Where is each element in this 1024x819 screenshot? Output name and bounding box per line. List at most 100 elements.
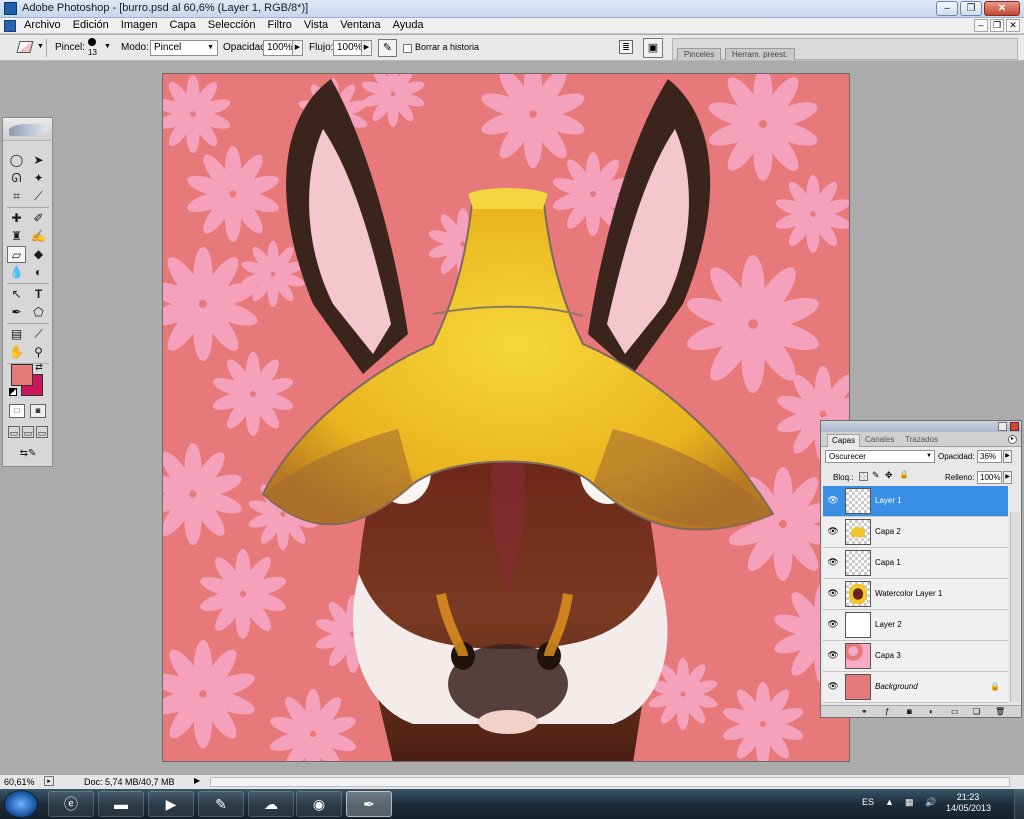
layer-style-icon[interactable]: ƒ: [885, 707, 889, 716]
tool-preset-dropdown-icon[interactable]: ▼: [37, 43, 44, 50]
notes-tool-icon[interactable]: ▤: [7, 326, 26, 343]
crop-tool-icon[interactable]: ⌗: [7, 188, 26, 205]
link-layers-icon[interactable]: ⚭: [861, 707, 868, 716]
media-player-icon[interactable]: ▶: [148, 791, 194, 817]
menu-edicion[interactable]: Edición: [73, 19, 109, 31]
palette-menu-icon[interactable]: ≣: [619, 40, 633, 54]
minimize-button[interactable]: –: [936, 1, 958, 16]
eye-icon[interactable]: 👁: [826, 557, 840, 569]
marquee-tool-icon[interactable]: ◯: [7, 152, 26, 169]
move-tool-icon[interactable]: ➤: [29, 152, 48, 169]
opacity-slider-button[interactable]: ▶: [1003, 450, 1012, 463]
eye-icon[interactable]: 👁: [826, 681, 840, 693]
zoom-level[interactable]: 60,61%: [4, 777, 35, 787]
tab-pinceles[interactable]: Pinceles: [677, 48, 722, 60]
paint-bucket-tool-icon[interactable]: ◆: [29, 246, 48, 263]
status-menu-icon[interactable]: ▸: [44, 776, 54, 786]
foreground-color-swatch[interactable]: [11, 364, 33, 386]
screen-mode-menubar-icon[interactable]: ▭: [22, 426, 34, 438]
clone-stamp-tool-icon[interactable]: ♜: [7, 228, 26, 245]
layers-panel-titlebar[interactable]: [821, 421, 1021, 432]
menu-ayuda[interactable]: Ayuda: [393, 19, 424, 31]
layer-row[interactable]: 👁 Capa 3: [823, 641, 1008, 672]
menu-imagen[interactable]: Imagen: [121, 19, 158, 31]
lock-position-icon[interactable]: ✥: [885, 470, 893, 481]
layer-row[interactable]: 👁 Capa 1: [823, 548, 1008, 579]
photoshop-taskbar-icon[interactable]: ✒: [346, 791, 392, 817]
status-arrow-icon[interactable]: ▶: [194, 776, 200, 785]
brush-tool-icon[interactable]: ✐: [29, 210, 48, 227]
internet-explorer-icon[interactable]: ⓔ: [48, 791, 94, 817]
path-selection-tool-icon[interactable]: ↖: [7, 286, 26, 303]
tab-herramientas-preestablecidas[interactable]: Herram. preest.: [725, 48, 795, 60]
screen-mode-full-icon[interactable]: ▭: [36, 426, 48, 438]
history-brush-tool-icon[interactable]: ✍: [29, 228, 48, 245]
type-tool-icon[interactable]: T: [29, 286, 48, 303]
close-button[interactable]: ✕: [984, 1, 1020, 16]
flow-slider-button[interactable]: ▶: [361, 40, 372, 56]
brush-picker-dropdown-icon[interactable]: ▼: [104, 43, 111, 50]
menu-capa[interactable]: Capa: [169, 19, 195, 31]
eraser-tool-preset-icon[interactable]: [16, 41, 34, 53]
network-status-icon[interactable]: ▦: [905, 797, 914, 808]
tab-capas[interactable]: Capas: [827, 434, 861, 447]
network-icon[interactable]: ☁: [248, 791, 294, 817]
quick-mask-icon[interactable]: ◙: [30, 404, 46, 418]
eye-icon[interactable]: 👁: [826, 619, 840, 631]
layer-row[interactable]: 👁 Capa 2: [823, 517, 1008, 548]
layer-mask-icon[interactable]: ◙: [907, 707, 912, 716]
doc-minimize-button[interactable]: –: [974, 19, 988, 32]
airbrush-icon[interactable]: ✎: [378, 39, 397, 57]
flow-input[interactable]: 100%: [333, 40, 363, 56]
volume-icon[interactable]: 🔊: [925, 797, 936, 808]
restore-button[interactable]: ❐: [960, 1, 982, 16]
tab-trazados[interactable]: Trazados: [901, 434, 942, 447]
erase-history-checkbox[interactable]: [403, 44, 412, 53]
menu-archivo[interactable]: Archivo: [24, 19, 61, 31]
blend-mode-select[interactable]: Oscurecer ▼: [825, 450, 935, 463]
standard-mode-icon[interactable]: □: [9, 404, 25, 418]
lasso-tool-icon[interactable]: ᘏ: [7, 170, 26, 187]
layer-fill-input[interactable]: 100%: [977, 471, 1002, 484]
panel-minimize-button[interactable]: [998, 422, 1007, 431]
show-hidden-icons-icon[interactable]: ▲: [885, 797, 894, 807]
healing-brush-tool-icon[interactable]: ✚: [7, 210, 26, 227]
horizontal-scrollbar[interactable]: [210, 777, 1010, 787]
menu-filtro[interactable]: Filtro: [267, 19, 291, 31]
layer-row[interactable]: 👁 Layer 1: [823, 486, 1008, 517]
lock-transparency-icon[interactable]: [859, 472, 868, 481]
layers-scrollbar[interactable]: [1010, 512, 1020, 702]
trash-icon[interactable]: 🗑: [995, 707, 1005, 716]
document-canvas[interactable]: [162, 73, 850, 762]
clock[interactable]: 21:23 14/05/2013: [946, 792, 991, 814]
swap-colors-icon[interactable]: ⇄: [33, 362, 45, 372]
new-group-icon[interactable]: ▭: [951, 707, 959, 716]
jump-to-imageready-icon[interactable]: ⇆✎: [9, 446, 47, 462]
layer-row[interactable]: 👁 Layer 2: [823, 610, 1008, 641]
menu-seleccion[interactable]: Selección: [208, 19, 256, 31]
layer-row[interactable]: 👁 Watercolor Layer 1: [823, 579, 1008, 610]
screen-mode-standard-icon[interactable]: ▭: [8, 426, 20, 438]
panel-close-button[interactable]: [1010, 422, 1019, 431]
file-browser-icon[interactable]: ▣: [643, 38, 663, 58]
doc-close-button[interactable]: ✕: [1006, 19, 1020, 32]
eye-icon[interactable]: 👁: [826, 495, 840, 507]
chrome-icon[interactable]: ◉: [296, 791, 342, 817]
layer-opacity-input[interactable]: 36%: [977, 450, 1002, 463]
pen-tablet-icon[interactable]: ✎: [198, 791, 244, 817]
mode-select[interactable]: Pincel ▼: [150, 40, 218, 56]
eyedropper-tool-icon[interactable]: ⟋: [29, 326, 48, 343]
folder-icon[interactable]: ▬: [98, 791, 144, 817]
start-button[interactable]: [4, 790, 38, 818]
fill-slider-button[interactable]: ▶: [1003, 471, 1012, 484]
adjustment-layer-icon[interactable]: ◐: [929, 707, 934, 716]
eye-icon[interactable]: 👁: [826, 650, 840, 662]
document-icon[interactable]: [4, 20, 16, 32]
panel-menu-icon[interactable]: ▸: [1008, 435, 1017, 444]
zoom-tool-icon[interactable]: ⚲: [29, 344, 48, 361]
slice-tool-icon[interactable]: ⟋: [29, 188, 48, 205]
hand-tool-icon[interactable]: ✋: [7, 344, 26, 361]
tab-canales[interactable]: Canales: [861, 434, 898, 447]
menu-ventana[interactable]: Ventana: [340, 19, 380, 31]
default-colors-icon[interactable]: [9, 388, 17, 396]
